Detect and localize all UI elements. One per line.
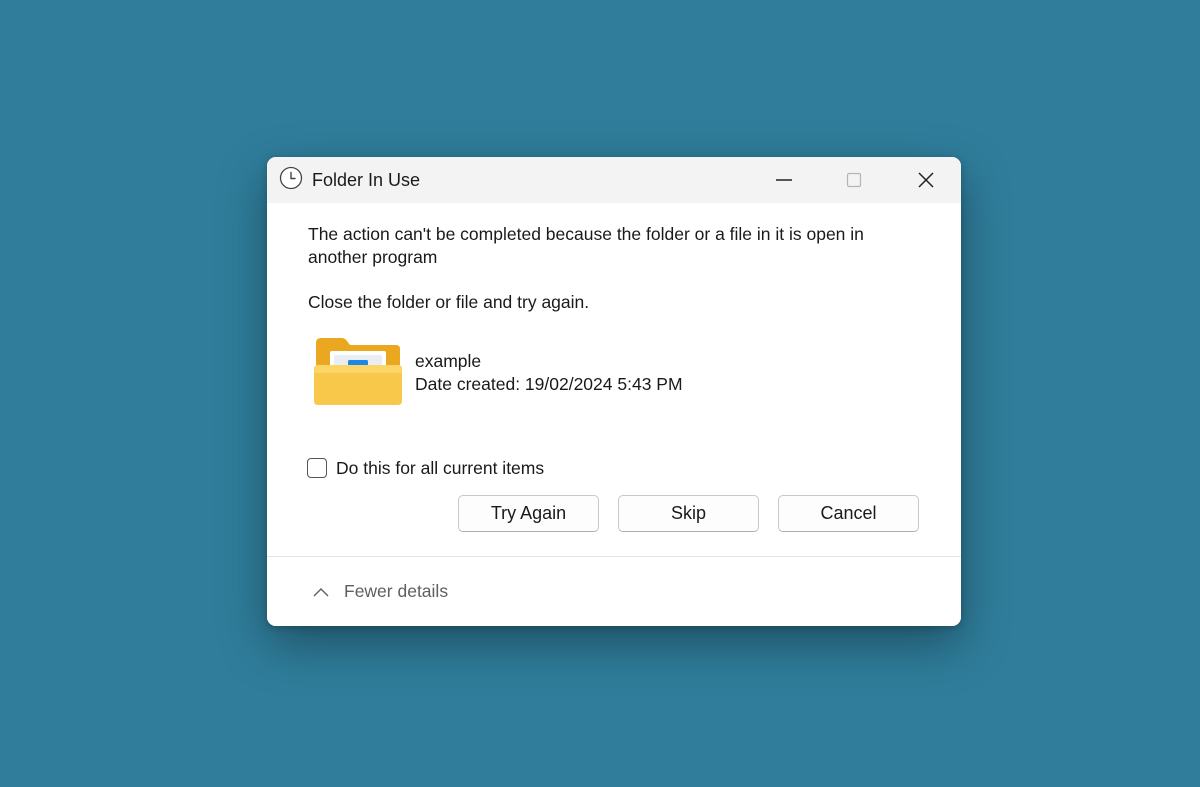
skip-button[interactable]: Skip bbox=[618, 495, 759, 532]
folder-icon bbox=[314, 338, 402, 405]
details-footer: Fewer details bbox=[267, 557, 961, 626]
fewer-details-label[interactable]: Fewer details bbox=[344, 581, 448, 602]
folder-in-use-dialog: Folder In Use The action can't be comple… bbox=[267, 157, 961, 626]
fewer-details-button[interactable]: Fewer details bbox=[313, 581, 448, 602]
title-bar[interactable]: Folder In Use bbox=[267, 157, 961, 203]
error-message: The action can't be completed because th… bbox=[308, 224, 864, 267]
cancel-button[interactable]: Cancel bbox=[778, 495, 919, 532]
apply-to-all-checkbox[interactable]: Do this for all current items bbox=[307, 457, 544, 479]
minimize-icon bbox=[776, 179, 792, 181]
item-date-created: Date created: 19/02/2024 5:43 PM bbox=[415, 374, 683, 394]
instruction-text: Close the folder or file and try again. bbox=[308, 292, 590, 312]
close-button[interactable] bbox=[891, 157, 961, 203]
clock-icon bbox=[279, 166, 303, 190]
item-name: example bbox=[415, 351, 482, 371]
close-icon bbox=[918, 172, 934, 188]
try-again-button[interactable]: Try Again bbox=[458, 495, 599, 532]
window-title: Folder In Use bbox=[312, 170, 421, 190]
checkbox-box[interactable] bbox=[307, 458, 327, 478]
chevron-up-icon bbox=[313, 587, 329, 596]
checkbox-label[interactable]: Do this for all current items bbox=[336, 458, 544, 479]
maximize-button[interactable] bbox=[819, 157, 889, 203]
minimize-button[interactable] bbox=[749, 157, 819, 203]
maximize-icon bbox=[846, 172, 862, 188]
